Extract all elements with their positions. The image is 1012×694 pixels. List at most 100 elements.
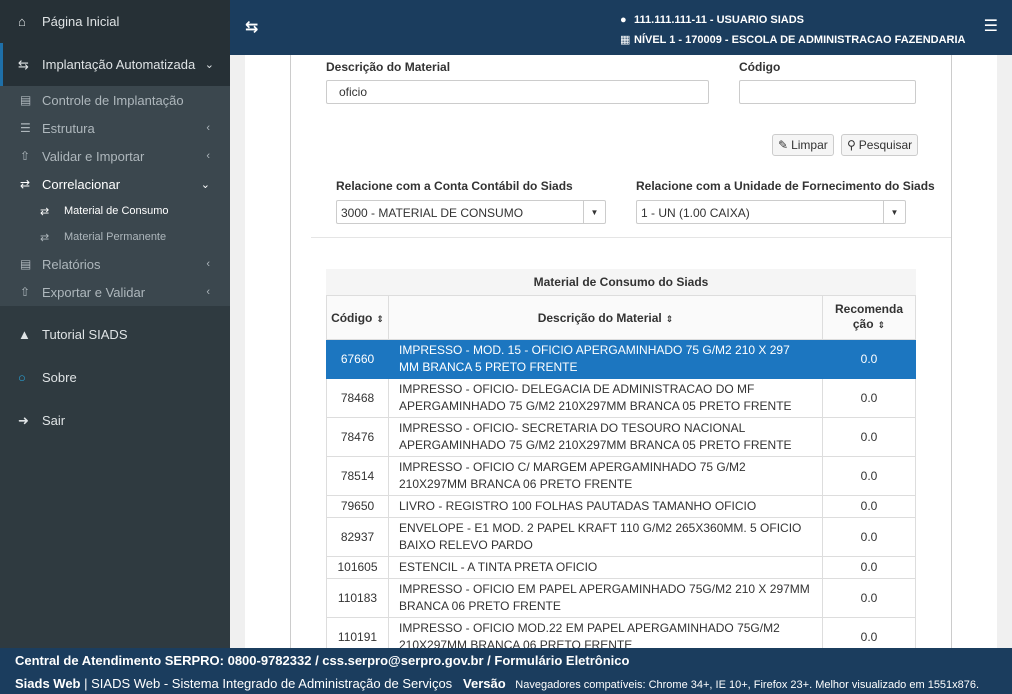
table-row[interactable]: 78468 IMPRESSO - OFICIO- DELEGACIA DE ADM… bbox=[326, 378, 916, 418]
sidebar-item-validar[interactable]: ⇧ Validar e Importar ‹ bbox=[0, 142, 230, 170]
sidebar-item-sair[interactable]: ➜ Sair bbox=[0, 399, 230, 442]
search-icon: ⚲ bbox=[847, 138, 856, 152]
footer-browsers: Navegadores compatíveis: Chrome 34+, IE … bbox=[515, 679, 980, 691]
table-row[interactable]: 79650 LIVRO - REGISTRO 100 FOLHAS PAUTADA… bbox=[326, 495, 916, 518]
table-row[interactable]: 67660 IMPRESSO - MOD. 15 - OFICIO APERGAM… bbox=[326, 339, 916, 379]
footer-versao: Versão bbox=[463, 676, 506, 691]
codigo-input[interactable] bbox=[739, 80, 916, 104]
exchange-icon: ⇆ bbox=[18, 56, 29, 72]
table-row[interactable]: 78514 IMPRESSO - OFICIO C/ MARGEM APERGAM… bbox=[326, 456, 916, 496]
shuffle-icon: ⇄ bbox=[40, 205, 50, 218]
cell-descricao: IMPRESSO - OFICIO C/ MARGEM APERGAMINHAD… bbox=[388, 456, 823, 496]
user-info: ● 111.111.111-11 - USUARIO SIADS ▦ NÍVEL 1… bbox=[620, 10, 965, 50]
sidebar-item-tutorial[interactable]: ▲ Tutorial SIADS bbox=[0, 313, 230, 356]
cell-codigo: 82937 bbox=[326, 517, 389, 557]
descricao-input[interactable]: oficio bbox=[326, 80, 709, 104]
cell-codigo: 78476 bbox=[326, 417, 389, 457]
cell-descricao: LIVRO - REGISTRO 100 FOLHAS PAUTADAS TAM… bbox=[388, 495, 823, 518]
cell-recomendacao: 0.0 bbox=[822, 556, 916, 579]
chevron-down-icon: ⌄ bbox=[204, 59, 214, 71]
sidebar-item-implantacao[interactable]: ⇆ Implantação Automatizada ⌄ bbox=[0, 43, 230, 86]
export-icon: ⇧ bbox=[20, 285, 31, 299]
sign-out-icon: ➜ bbox=[18, 412, 29, 428]
cell-codigo: 78514 bbox=[326, 456, 389, 496]
user-icon: ● bbox=[620, 14, 627, 26]
cell-descricao: IMPRESSO - OFICIO- SECRETARIA DO TESOURO… bbox=[388, 417, 823, 457]
col-recomendacao[interactable]: Recomenda ção ⇕ bbox=[822, 295, 916, 340]
sidebar-item-controle[interactable]: ▤ Controle de Implantação bbox=[0, 86, 230, 114]
cell-recomendacao: 0.0 bbox=[822, 378, 916, 418]
form-panel: Descrição do Material oficio Código ✎ Li… bbox=[290, 55, 952, 648]
chevron-left-icon: ‹ bbox=[206, 122, 210, 134]
cell-recomendacao: 0.0 bbox=[822, 417, 916, 457]
pesquisar-button[interactable]: ⚲ Pesquisar bbox=[841, 134, 919, 156]
cell-descricao: ENVELOPE - E1 MOD. 2 PAPEL KRAFT 110 G/M… bbox=[388, 517, 823, 557]
cell-recomendacao: 0.0 bbox=[822, 339, 916, 379]
sidebar-item-relatorios[interactable]: ▤ Relatórios ‹ bbox=[0, 250, 230, 278]
table-row[interactable]: 101605 ESTENCIL - A TINTA PRETA OFICIO 0.0 bbox=[326, 556, 916, 579]
col-codigo-label: Código bbox=[331, 310, 373, 325]
col-codigo[interactable]: Código ⇕ bbox=[326, 295, 389, 340]
sidebar-item-material-permanente[interactable]: ⇄ Material Permanente bbox=[0, 224, 230, 250]
sidebar-item-sobre[interactable]: ○ Sobre bbox=[0, 356, 230, 399]
table-row[interactable]: 110183 IMPRESSO - OFICIO EM PAPEL APERGAM… bbox=[326, 578, 916, 618]
sidebar-submenu: ▤ Controle de Implantação ☰ Estrutura ‹ … bbox=[0, 86, 230, 306]
cell-codigo: 110191 bbox=[326, 617, 389, 648]
level-line: NÍVEL 1 - 170009 - ESCOLA DE ADMINISTRAC… bbox=[634, 34, 966, 46]
sidebar-item-label: Tutorial SIADS bbox=[42, 327, 128, 342]
unidade-select[interactable]: 1 - UN (1.00 CAIXA) ▼ bbox=[636, 200, 906, 224]
sidebar-item-pagina-inicial[interactable]: ⌂ Página Inicial bbox=[0, 0, 230, 43]
chevron-left-icon: ‹ bbox=[206, 258, 210, 270]
user-line: 111.111.111-11 - USUARIO SIADS bbox=[634, 14, 804, 26]
material-table: Código ⇕ Descrição do Material ⇕ Recomenda… bbox=[326, 295, 916, 648]
graduation-cap-icon: ▲ bbox=[18, 327, 31, 342]
sidebar-toggle-icon[interactable]: ⇆ bbox=[245, 17, 258, 37]
cell-recomendacao: 0.0 bbox=[822, 617, 916, 648]
cell-codigo: 78468 bbox=[326, 378, 389, 418]
cell-descricao: IMPRESSO - OFICIO EM PAPEL APERGAMINHADO… bbox=[388, 578, 823, 618]
structure-icon: ☰ bbox=[20, 121, 31, 135]
cell-recomendacao: 0.0 bbox=[822, 456, 916, 496]
sidebar-item-exportar[interactable]: ⇧ Exportar e Validar ‹ bbox=[0, 278, 230, 306]
sidebar-item-label: Sair bbox=[42, 413, 66, 428]
eraser-icon: ✎ bbox=[778, 138, 789, 152]
sidebar-item-label: Material Permanente bbox=[64, 231, 167, 243]
limpar-label: Limpar bbox=[791, 138, 828, 152]
cell-descricao: IMPRESSO - MOD. 15 - OFICIO APERGAMINHAD… bbox=[388, 339, 823, 379]
unidade-label: Relacione com a Unidade de Fornecimento … bbox=[636, 179, 935, 193]
footer-app-desc: | SIADS Web - Sistema Integrado de Admin… bbox=[84, 676, 453, 691]
main-content: Descrição do Material oficio Código ✎ Li… bbox=[245, 55, 997, 648]
sidebar: ⌂ Página Inicial ⇆ Implantação Automatiz… bbox=[0, 0, 230, 648]
sidebar-item-label: Controle de Implantação bbox=[42, 92, 184, 108]
shuffle-icon: ⇄ bbox=[20, 177, 31, 191]
sidebar-item-label: Estrutura bbox=[42, 120, 95, 136]
limpar-button[interactable]: ✎ Limpar bbox=[772, 134, 834, 156]
upload-icon: ⇧ bbox=[20, 149, 31, 163]
sidebar-item-correlacionar[interactable]: ⇄ Correlacionar ⌄ bbox=[0, 170, 230, 198]
report-icon: ▤ bbox=[20, 257, 32, 271]
shuffle-icon: ⇄ bbox=[40, 231, 50, 244]
menu-icon[interactable]: ☰ bbox=[984, 16, 998, 36]
sidebar-item-label: Relatórios bbox=[42, 256, 101, 272]
cell-descricao: IMPRESSO - OFICIO- DELEGACIA DE ADMINIST… bbox=[388, 378, 823, 418]
chevron-down-icon: ⌄ bbox=[200, 178, 210, 191]
descricao-label: Descrição do Material bbox=[326, 60, 451, 74]
sidebar-item-label: Validar e Importar bbox=[42, 148, 145, 164]
table-row[interactable]: 78476 IMPRESSO - OFICIO- SECRETARIA DO TE… bbox=[326, 417, 916, 457]
table-row[interactable]: 110191 IMPRESSO - OFICIO MOD.22 EM PAPEL … bbox=[326, 617, 916, 648]
sort-icon: ⇕ bbox=[376, 313, 384, 324]
col-descricao-label: Descrição do Material bbox=[537, 310, 662, 325]
table-caption: Material de Consumo do Siads bbox=[326, 269, 916, 295]
footer-contact: Central de Atendimento SERPRO: 0800-9782… bbox=[15, 653, 630, 668]
col-recomendacao-label-2: ção bbox=[852, 317, 874, 331]
sidebar-item-estrutura[interactable]: ☰ Estrutura ‹ bbox=[0, 114, 230, 142]
col-recomendacao-label: Recomenda bbox=[834, 302, 904, 316]
conta-value: 3000 - MATERIAL DE CONSUMO bbox=[341, 206, 524, 220]
top-header: ⇆ ● 111.111.111-11 - USUARIO SIADS ▦ NÍVEL… bbox=[230, 0, 1012, 55]
table-row[interactable]: 82937 ENVELOPE - E1 MOD. 2 PAPEL KRAFT 11… bbox=[326, 517, 916, 557]
conta-select[interactable]: 3000 - MATERIAL DE CONSUMO ▼ bbox=[336, 200, 606, 224]
col-descricao[interactable]: Descrição do Material ⇕ bbox=[388, 295, 823, 340]
sitemap-icon: ▦ bbox=[620, 34, 631, 46]
sidebar-item-material-consumo[interactable]: ⇄ Material de Consumo bbox=[0, 198, 230, 224]
home-icon: ⌂ bbox=[18, 14, 26, 29]
